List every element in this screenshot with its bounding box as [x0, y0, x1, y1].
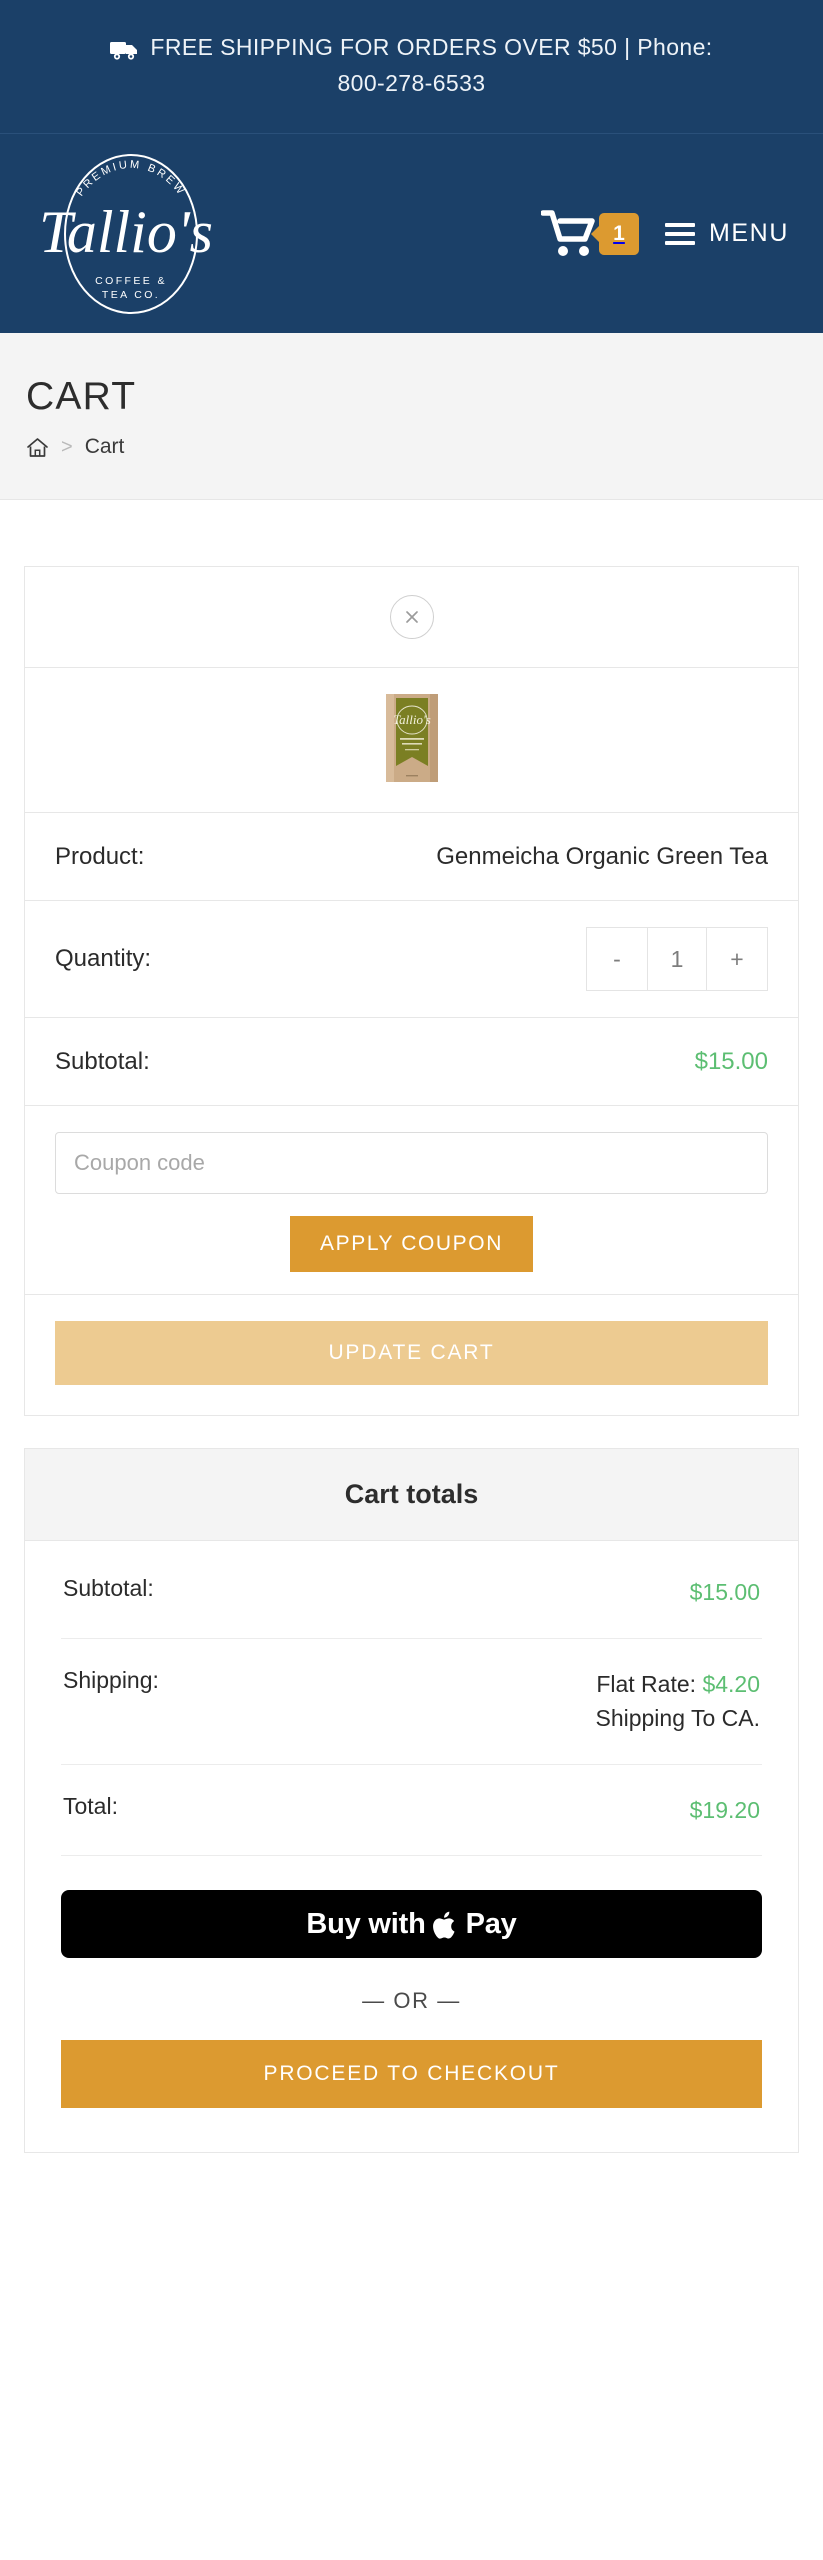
svg-text:TEA CO.: TEA CO.	[102, 289, 160, 301]
cart-item-quantity-row: Quantity: - 1 +	[25, 901, 798, 1019]
quantity-input[interactable]: 1	[647, 928, 707, 991]
cart-item-subtotal-row: Subtotal: $15.00	[25, 1018, 798, 1107]
cart-totals-body: Subtotal: $15.00 Shipping: Flat Rate: $4…	[25, 1541, 798, 1857]
cart-main: Tallio's Product: Genmeicha Organic Gree…	[0, 500, 823, 2154]
breadcrumb: > Cart	[26, 435, 797, 459]
home-icon	[26, 436, 49, 459]
apply-coupon-button[interactable]: APPLY COUPON	[290, 1216, 533, 1273]
cart-item-thumbnail-row: Tallio's	[25, 668, 798, 814]
remove-item-button[interactable]	[389, 595, 434, 640]
cart-item-card: Tallio's Product: Genmeicha Organic Gree…	[24, 566, 799, 1417]
totals-subtotal-value: $15.00	[689, 1579, 760, 1606]
breadcrumb-separator: >	[61, 435, 73, 458]
announcement-phone: 800-278-6533	[337, 69, 486, 96]
svg-text:COFFEE &: COFFEE &	[95, 275, 167, 287]
hamburger-icon	[664, 222, 695, 245]
menu-label: MENU	[708, 219, 789, 248]
totals-subtotal-label: Subtotal:	[63, 1575, 154, 1602]
or-divider: — OR —	[362, 1988, 461, 2014]
svg-text:Tallio's: Tallio's	[393, 712, 431, 727]
totals-row-shipping: Shipping: Flat Rate: $4.20 Shipping To C…	[61, 1639, 762, 1765]
cart-item-remove-row	[25, 567, 798, 669]
cart-link[interactable]: 1	[540, 208, 639, 260]
apple-pay-prefix-label: Buy with	[306, 1907, 426, 1940]
cart-totals-heading: Cart totals	[25, 1449, 798, 1542]
product-label: Product:	[55, 842, 145, 870]
coupon-code-input[interactable]	[55, 1132, 768, 1195]
totals-row-total: Total: $19.20	[61, 1765, 762, 1857]
apple-pay-suffix-label: Pay	[465, 1907, 517, 1940]
page-title: CART	[26, 375, 137, 419]
quantity-decrease-button[interactable]: -	[587, 928, 647, 991]
shipping-amount: $4.20	[702, 1670, 760, 1697]
quantity-label: Quantity:	[55, 945, 152, 973]
quantity-increase-button[interactable]: +	[707, 928, 767, 991]
apple-pay-button[interactable]: Buy with Pay	[61, 1890, 762, 1959]
product-thumbnail[interactable]: Tallio's	[380, 690, 444, 786]
cart-count-badge: 1	[598, 212, 639, 255]
apple-logo-icon	[432, 1910, 459, 1941]
item-subtotal-value: $15.00	[694, 1047, 768, 1075]
page-header-section: CART > Cart	[0, 333, 823, 501]
breadcrumb-home-link[interactable]	[26, 436, 49, 459]
truck-icon	[110, 39, 140, 61]
update-cart-button[interactable]: UPDATE CART	[55, 1321, 768, 1386]
announcement-bar: FREE SHIPPING FOR ORDERS OVER $50 | Phon…	[0, 0, 823, 134]
proceed-to-checkout-button[interactable]: PROCEED TO CHECKOUT	[61, 2040, 762, 2109]
header-actions: 1 MENU	[540, 208, 789, 260]
close-x-icon	[402, 607, 422, 627]
cart-totals-card: Cart totals Subtotal: $15.00 Shipping: F…	[24, 1448, 799, 2154]
update-cart-row: UPDATE CART	[25, 1295, 798, 1415]
svg-text:Tallio's: Tallio's	[39, 199, 213, 265]
svg-text:PREMIUM BREW: PREMIUM BREW	[74, 159, 187, 199]
shipping-method-prefix: Flat Rate:	[596, 1670, 703, 1697]
breadcrumb-current: Cart	[84, 435, 125, 459]
totals-total-label: Total:	[63, 1792, 118, 1819]
site-header: PREMIUM BREW Tallio's COFFEE & TEA CO. 1…	[0, 133, 823, 334]
menu-toggle-button[interactable]: MENU	[664, 219, 789, 248]
item-subtotal-label: Subtotal:	[55, 1047, 150, 1075]
totals-shipping-value: Flat Rate: $4.20 Shipping To CA.	[595, 1667, 760, 1736]
totals-shipping-label: Shipping:	[63, 1666, 159, 1693]
site-logo[interactable]: PREMIUM BREW Tallio's COFFEE & TEA CO.	[26, 148, 236, 320]
shipping-destination: Shipping To CA.	[595, 1705, 760, 1732]
totals-total-value: $19.20	[689, 1796, 760, 1823]
product-name-link[interactable]: Genmeicha Organic Green Tea	[436, 843, 768, 871]
checkout-actions: Buy with Pay — OR — PROCEED TO CHECKOUT	[25, 1856, 798, 2152]
cart-item-product-row: Product: Genmeicha Organic Green Tea	[25, 813, 798, 902]
coupon-row: APPLY COUPON	[25, 1106, 798, 1296]
quantity-stepper: - 1 +	[586, 927, 768, 992]
announcement-text-line1: FREE SHIPPING FOR ORDERS OVER $50 | Phon…	[150, 34, 713, 60]
totals-row-subtotal: Subtotal: $15.00	[61, 1547, 762, 1639]
